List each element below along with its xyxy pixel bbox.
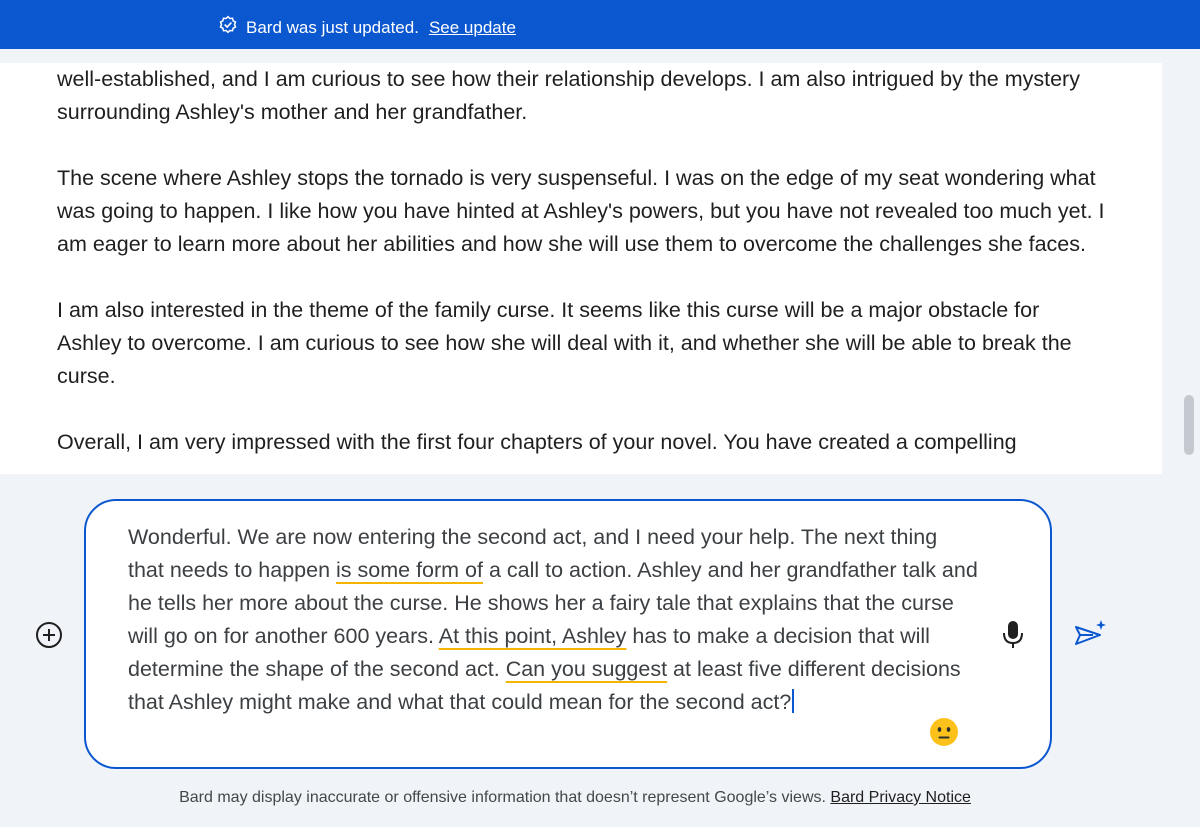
banner-text: Bard was just updated. bbox=[246, 17, 419, 37]
microphone-icon[interactable] bbox=[1000, 618, 1026, 657]
privacy-notice-link[interactable]: Bard Privacy Notice bbox=[830, 789, 971, 806]
grammar-suggestion[interactable]: At this point, Ashley bbox=[439, 624, 627, 648]
add-circle-icon[interactable] bbox=[34, 620, 64, 655]
response-text: well-established, and I am curious to se… bbox=[57, 63, 1107, 483]
response-paragraph: I am also interested in the theme of the… bbox=[57, 298, 1072, 388]
neutral-face-emoji-icon[interactable] bbox=[929, 717, 959, 747]
scrollbar-thumb[interactable] bbox=[1184, 395, 1194, 455]
text-cursor bbox=[792, 689, 794, 713]
update-banner-content: Bard was just updated. See update bbox=[218, 15, 516, 40]
update-banner: Bard was just updated. See update bbox=[0, 0, 1200, 49]
grammar-suggestion[interactable]: Can you suggest bbox=[506, 657, 667, 681]
disclaimer-text: Bard may display inaccurate or offensive… bbox=[179, 789, 826, 806]
scrollbar-track[interactable] bbox=[1162, 63, 1200, 483]
send-sparkle-icon[interactable] bbox=[1073, 617, 1109, 658]
response-paragraph: The scene where Ashley stops the tornado… bbox=[57, 166, 1105, 256]
response-card: well-established, and I am curious to se… bbox=[0, 63, 1200, 483]
prompt-text[interactable]: Wonderful. We are now entering the secon… bbox=[128, 521, 978, 719]
chat-page: well-established, and I am curious to se… bbox=[0, 49, 1200, 827]
prompt-input[interactable]: Wonderful. We are now entering the secon… bbox=[84, 499, 1052, 769]
check-badge-icon bbox=[218, 15, 238, 40]
see-update-link[interactable]: See update bbox=[429, 18, 516, 38]
response-paragraph: well-established, and I am curious to se… bbox=[57, 67, 1080, 124]
response-paragraph: Overall, I am very impressed with the fi… bbox=[57, 430, 1017, 454]
disclaimer: Bard may display inaccurate or offensive… bbox=[0, 789, 1150, 807]
grammar-suggestion[interactable]: is some form of bbox=[336, 558, 483, 582]
